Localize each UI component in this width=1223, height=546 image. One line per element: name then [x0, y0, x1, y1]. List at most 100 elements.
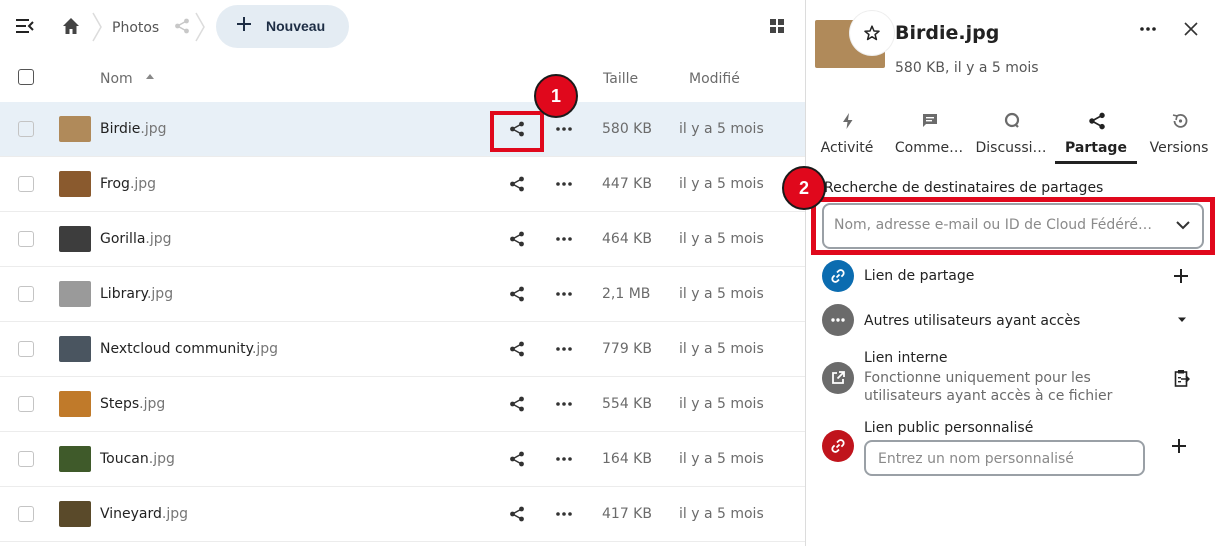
row-checkbox[interactable]: [18, 231, 34, 247]
menu-toggle-icon[interactable]: [16, 18, 34, 34]
more-actions-icon[interactable]: [556, 512, 572, 516]
more-actions-icon[interactable]: [556, 402, 572, 406]
sidebar-more-icon[interactable]: [1140, 27, 1156, 31]
tab-discussion[interactable]: Discussi…: [970, 104, 1052, 164]
share-icon[interactable]: [509, 231, 525, 247]
sidebar-tabs: Activité Comme… Discussi… Partage Versio…: [806, 104, 1223, 164]
file-thumbnail: [59, 226, 91, 252]
file-thumbnail: [59, 446, 91, 472]
share-icon[interactable]: [509, 286, 525, 302]
row-checkbox[interactable]: [18, 341, 34, 357]
file-list-panel: Photos Nouveau Nom Taille Modifié Birdie…: [0, 0, 805, 546]
breadcrumb-photos[interactable]: Photos: [112, 20, 159, 36]
close-icon[interactable]: [1184, 22, 1198, 36]
file-size: 464 KB: [602, 231, 652, 247]
file-name[interactable]: Gorilla.jpg: [100, 231, 172, 247]
share-icon[interactable]: [509, 121, 525, 137]
plus-icon: [237, 17, 251, 31]
link-icon: [831, 439, 845, 453]
add-share-link-icon[interactable]: [1174, 269, 1188, 283]
file-size: 554 KB: [602, 396, 652, 412]
caret-down-icon[interactable]: [1177, 317, 1187, 323]
share-icon[interactable]: [509, 176, 525, 192]
more-actions-icon[interactable]: [556, 182, 572, 186]
column-size-header[interactable]: Taille: [603, 71, 638, 87]
row-checkbox[interactable]: [18, 176, 34, 192]
tab-versions[interactable]: Versions: [1138, 104, 1220, 164]
file-row[interactable]: Toucan.jpg 164 KB il y a 5 mois: [0, 432, 805, 487]
more-actions-icon[interactable]: [556, 292, 572, 296]
file-list-header: Nom Taille Modifié: [0, 52, 805, 102]
file-size: 417 KB: [602, 506, 652, 522]
row-checkbox[interactable]: [18, 286, 34, 302]
internal-link-title: Lien interne: [864, 350, 948, 366]
flash-icon: [843, 113, 853, 129]
file-modified: il y a 5 mois: [679, 341, 764, 357]
file-row[interactable]: Frog.jpg 447 KB il y a 5 mois: [0, 157, 805, 212]
more-actions-icon[interactable]: [556, 237, 572, 241]
more-actions-icon[interactable]: [556, 127, 572, 131]
file-thumbnail: [59, 391, 91, 417]
file-name[interactable]: Frog.jpg: [100, 176, 156, 192]
file-row[interactable]: Gorilla.jpg 464 KB il y a 5 mois: [0, 212, 805, 267]
file-row[interactable]: Library.jpg 2,1 MB il y a 5 mois: [0, 267, 805, 322]
favorite-button[interactable]: [850, 11, 894, 55]
file-row[interactable]: Birdie.jpg 580 KB il y a 5 mois: [0, 102, 805, 157]
share-search-field[interactable]: [822, 203, 1204, 249]
file-row[interactable]: Vineyard.jpg 417 KB il y a 5 mois: [0, 487, 805, 542]
sidebar-file-subtitle: 580 KB, il y a 5 mois: [895, 60, 1039, 76]
details-sidebar: Birdie.jpg 580 KB, il y a 5 mois Activit…: [805, 0, 1223, 546]
more-actions-icon[interactable]: [556, 347, 572, 351]
file-name[interactable]: Birdie.jpg: [100, 121, 167, 137]
file-size: 164 KB: [602, 451, 652, 467]
file-size: 2,1 MB: [602, 286, 651, 302]
add-custom-link-icon[interactable]: [1172, 439, 1186, 453]
row-checkbox[interactable]: [18, 506, 34, 522]
share-icon[interactable]: [509, 451, 525, 467]
others-access-avatar: [822, 304, 854, 336]
discussion-icon: [1004, 112, 1020, 128]
file-rows: Birdie.jpg 580 KB il y a 5 mois Frog.jpg…: [0, 102, 805, 542]
file-modified: il y a 5 mois: [679, 506, 764, 522]
share-search-input[interactable]: [834, 217, 1154, 233]
share-icon[interactable]: [509, 396, 525, 412]
tab-sharing[interactable]: Partage: [1055, 104, 1137, 164]
file-name[interactable]: Toucan.jpg: [100, 451, 175, 467]
select-all-checkbox[interactable]: [18, 69, 34, 85]
file-modified: il y a 5 mois: [679, 176, 764, 192]
file-modified: il y a 5 mois: [679, 231, 764, 247]
row-checkbox[interactable]: [18, 451, 34, 467]
custom-link-avatar: [822, 430, 854, 462]
custom-link-name-field[interactable]: [864, 440, 1145, 476]
custom-link-title: Lien public personnalisé: [864, 420, 1034, 436]
file-modified: il y a 5 mois: [679, 121, 764, 137]
file-name[interactable]: Vineyard.jpg: [100, 506, 188, 522]
row-checkbox[interactable]: [18, 396, 34, 412]
file-name[interactable]: Library.jpg: [100, 286, 173, 302]
breadcrumb-share-icon[interactable]: [174, 18, 190, 34]
file-name[interactable]: Steps.jpg: [100, 396, 165, 412]
file-thumbnail: [59, 336, 91, 362]
home-icon[interactable]: [62, 17, 80, 35]
chevron-down-icon[interactable]: [1176, 220, 1190, 230]
comment-icon: [923, 114, 937, 127]
step-badge-1: 1: [534, 74, 578, 118]
file-row[interactable]: Nextcloud community.jpg 779 KB il y a 5 …: [0, 322, 805, 377]
files-app: Photos Nouveau Nom Taille Modifié Birdie…: [0, 0, 1223, 546]
clipboard-icon[interactable]: [1174, 369, 1190, 387]
share-icon[interactable]: [509, 341, 525, 357]
column-modified-header[interactable]: Modifié: [689, 71, 740, 87]
column-name-header[interactable]: Nom: [100, 71, 133, 87]
new-button[interactable]: Nouveau: [216, 5, 349, 48]
file-row[interactable]: Steps.jpg 554 KB il y a 5 mois: [0, 377, 805, 432]
step-badge-2: 2: [782, 166, 826, 210]
more-actions-icon[interactable]: [556, 457, 572, 461]
custom-link-name-input[interactable]: [878, 451, 1128, 467]
tab-activity[interactable]: Activité: [806, 104, 888, 164]
more-icon: [831, 318, 845, 322]
tab-comments[interactable]: Comme…: [888, 104, 970, 164]
row-checkbox[interactable]: [18, 121, 34, 137]
file-name[interactable]: Nextcloud community.jpg: [100, 341, 278, 357]
grid-view-icon[interactable]: [770, 19, 784, 33]
share-icon[interactable]: [509, 506, 525, 522]
